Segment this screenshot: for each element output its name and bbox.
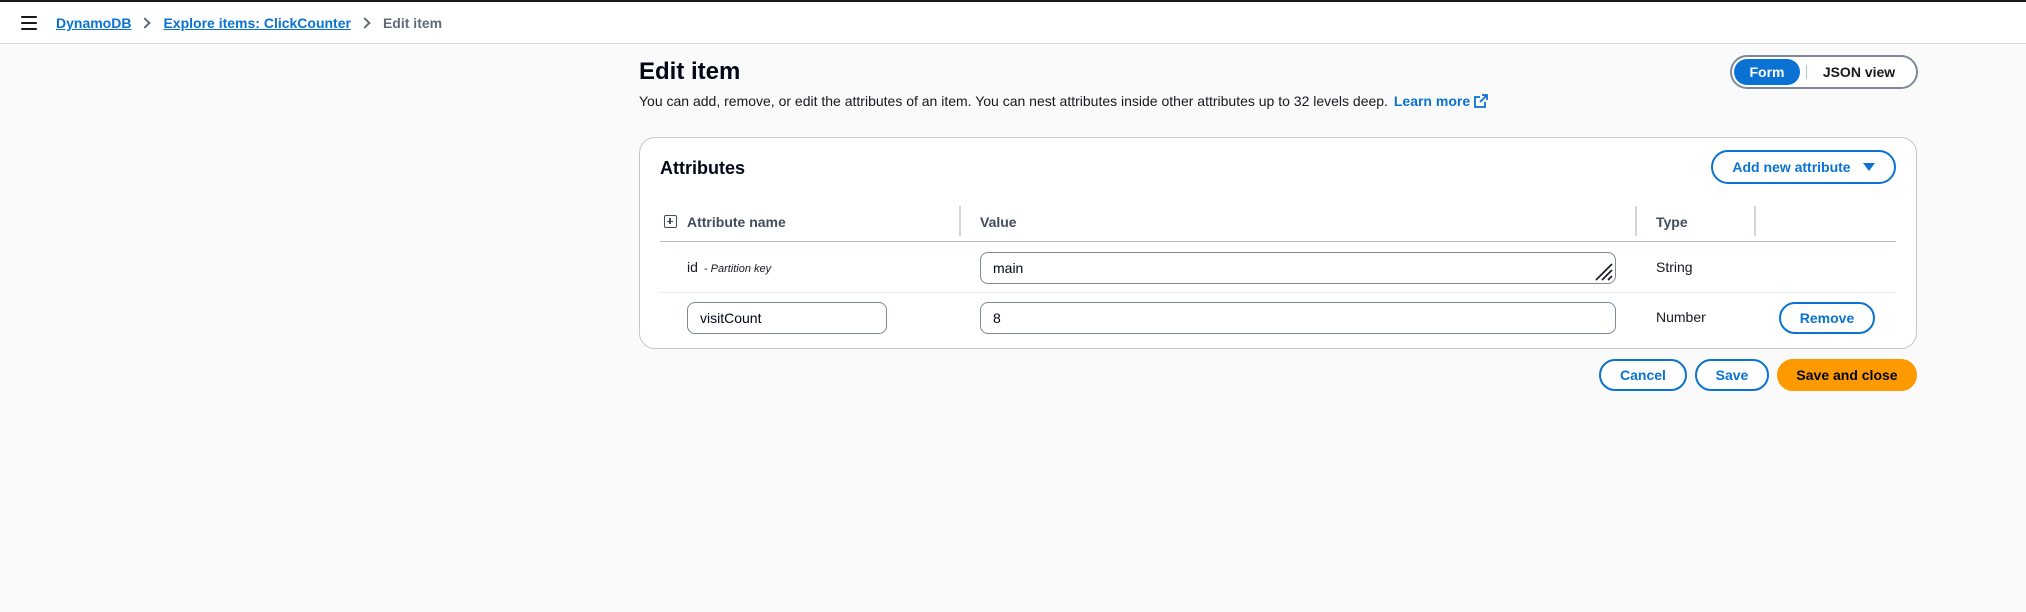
attributes-title: Attributes xyxy=(660,158,745,178)
input-value: 8 xyxy=(993,310,1001,326)
form-view-button[interactable]: Form xyxy=(1734,59,1800,85)
column-divider xyxy=(959,206,961,236)
remove-attribute-button[interactable]: Remove xyxy=(1779,302,1875,334)
learn-more-label: Learn more xyxy=(1393,93,1471,109)
external-link-icon xyxy=(1474,94,1489,108)
menu-icon[interactable] xyxy=(21,16,37,30)
chevron-right-icon xyxy=(139,17,152,29)
breadcrumb: DynamoDB Explore items: ClickCounter Edi… xyxy=(56,15,442,31)
table-row: id - Partition key main String xyxy=(660,243,1896,293)
column-attribute-name: Attribute name xyxy=(687,214,786,230)
learn-more-link[interactable]: Learn more xyxy=(1393,93,1489,109)
column-divider xyxy=(1754,206,1756,236)
breadcrumb-dynamodb[interactable]: DynamoDB xyxy=(56,15,131,31)
save-and-close-button[interactable]: Save and close xyxy=(1777,359,1917,391)
input-value: main xyxy=(993,260,1024,276)
table-row: visitCount 8 Number Remove xyxy=(660,293,1896,343)
caret-down-icon xyxy=(1862,163,1875,171)
view-toggle: Form JSON view xyxy=(1730,55,1918,89)
resize-grip-icon[interactable] xyxy=(1591,259,1613,281)
description-text: You can add, remove, or edit the attribu… xyxy=(639,93,1388,109)
input-value: visitCount xyxy=(700,310,762,326)
id-value-input[interactable]: main xyxy=(980,252,1616,284)
toggle-divider xyxy=(1806,65,1807,79)
visitcount-value-input[interactable]: 8 xyxy=(980,302,1616,334)
save-button[interactable]: Save xyxy=(1695,359,1769,391)
cancel-button[interactable]: Cancel xyxy=(1599,359,1687,391)
type-label: Number xyxy=(1656,309,1706,325)
add-attribute-label: Add new attribute xyxy=(1732,159,1851,175)
attribute-name: id xyxy=(687,259,698,275)
column-type: Type xyxy=(1656,214,1688,230)
breadcrumb-explore-items[interactable]: Explore items: ClickCounter xyxy=(163,15,351,31)
column-value: Value xyxy=(980,214,1017,230)
type-label: String xyxy=(1656,259,1693,275)
top-navigation: DynamoDB Explore items: ClickCounter Edi… xyxy=(0,2,2026,44)
table-header: Attribute name Value Type xyxy=(660,200,1896,242)
column-divider xyxy=(1635,206,1637,236)
json-view-button[interactable]: JSON view xyxy=(1813,59,1905,85)
partition-key-name: id - Partition key xyxy=(687,259,771,275)
attributes-panel: Attributes Add new attribute Attribute n… xyxy=(639,137,1917,349)
attribute-name-input[interactable]: visitCount xyxy=(687,302,887,334)
breadcrumb-current: Edit item xyxy=(382,15,443,31)
page-description: You can add, remove, or edit the attribu… xyxy=(639,93,1489,109)
chevron-right-icon xyxy=(359,17,371,29)
partition-key-note: - Partition key xyxy=(703,263,772,275)
expand-all-icon[interactable] xyxy=(664,215,677,228)
page-title: Edit item xyxy=(639,58,741,85)
add-new-attribute-button[interactable]: Add new attribute xyxy=(1711,150,1896,184)
